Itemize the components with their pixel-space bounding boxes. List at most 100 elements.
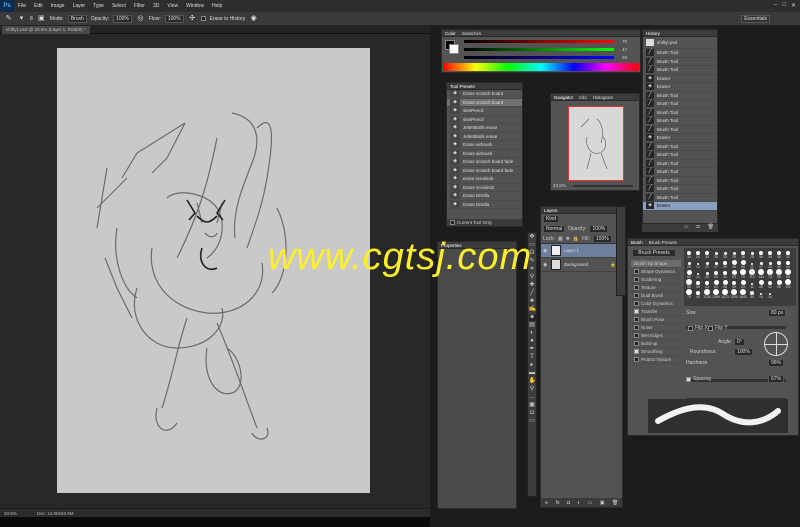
brush-tip-cell[interactable]: 39 xyxy=(730,279,738,289)
tool-preset-item[interactable]: ◈ sketPencil xyxy=(447,115,522,124)
history-item[interactable]: ╱ Brush Tool xyxy=(643,91,717,100)
hand-tool-icon[interactable]: ✋ xyxy=(529,378,536,385)
tab-layers[interactable]: Layers xyxy=(544,208,558,213)
workspace-select[interactable]: Essentials xyxy=(741,15,770,23)
maximize-button[interactable]: □ xyxy=(782,2,786,9)
background-color-swatch[interactable] xyxy=(449,44,459,54)
healing-tool-icon[interactable]: ✚ xyxy=(529,282,536,289)
hardness-input[interactable]: 96% xyxy=(768,359,785,367)
mode-select[interactable]: Brush xyxy=(67,14,87,23)
red-value[interactable]: 70 xyxy=(622,39,627,44)
history-item[interactable]: ╱ Brush Tool xyxy=(643,193,717,202)
brush-tip-cell[interactable]: 32 xyxy=(766,279,774,289)
brush-option-checkbox[interactable] xyxy=(634,285,639,290)
menu-image[interactable]: Image xyxy=(47,3,69,9)
minimize-button[interactable]: – xyxy=(774,2,777,9)
flow-input[interactable]: 100% xyxy=(164,14,184,23)
roundness-input[interactable]: 100% xyxy=(734,348,753,356)
trash-icon[interactable]: 🗑 xyxy=(708,224,714,232)
brush-option-checkbox[interactable] xyxy=(634,317,639,322)
brush-option-checkbox[interactable] xyxy=(634,357,639,362)
history-item[interactable]: ╱ Brush Tool xyxy=(643,57,717,66)
brush-tip-cell[interactable]: 1106 xyxy=(703,289,711,299)
clone-stamp-tool-icon[interactable]: ♣ xyxy=(529,298,536,305)
erase-to-history-checkbox[interactable] xyxy=(200,16,206,21)
brush-tip-cell[interactable]: 33 xyxy=(703,279,711,289)
brush-option-row[interactable]: Smoothing xyxy=(631,348,681,356)
brush-tip-cell[interactable]: 45 xyxy=(694,289,702,299)
blur-tool-icon[interactable]: ◐ xyxy=(529,330,536,337)
menu-filter[interactable]: Filter xyxy=(130,3,149,9)
tab-histogram[interactable]: Histogram xyxy=(593,95,614,100)
color-spectrum-bar[interactable] xyxy=(443,63,639,71)
brush-option-row[interactable]: Color Dynamics xyxy=(631,300,681,308)
brush-tip-cell[interactable]: 55 xyxy=(775,279,783,289)
tool-preset-item[interactable]: ◈ sketPencil xyxy=(447,107,522,116)
layer-mask-icon[interactable]: ◘ xyxy=(567,500,570,506)
color-swatch-tool-icon[interactable]: ▣ xyxy=(529,402,536,409)
zoom-tool-icon[interactable]: ⚲ xyxy=(529,386,536,393)
brush-option-checkbox[interactable] xyxy=(634,301,639,306)
menu-help[interactable]: Help xyxy=(208,3,226,9)
layer-opacity-input[interactable]: 100% xyxy=(589,225,609,233)
new-layer-icon[interactable]: ▣ xyxy=(600,500,605,506)
history-item[interactable]: ╱ Brush Tool xyxy=(643,151,717,160)
green-slider[interactable] xyxy=(464,48,614,51)
tab-navigator[interactable]: Navigator xyxy=(554,95,573,100)
history-item[interactable]: ╱ Brush Tool xyxy=(643,100,717,109)
brush-preset-picker[interactable]: ▾ xyxy=(17,14,26,23)
tool-preset-item[interactable]: ◈ Erase Distilla xyxy=(447,200,522,209)
history-item[interactable]: ╱ Brush Tool xyxy=(643,176,717,185)
brush-tip-cell[interactable]: 1290 xyxy=(730,289,738,299)
brush-option-row[interactable]: Dual Brush xyxy=(631,292,681,300)
screen-mode-tool-icon[interactable]: ▭ xyxy=(529,418,536,425)
brush-tip-cell[interactable]: 34 xyxy=(748,289,756,299)
tool-preset-item[interactable]: ◈ Erase scratch board fade xyxy=(447,158,522,167)
menu-type[interactable]: Type xyxy=(89,3,108,9)
brush-tip-cell[interactable]: 63 xyxy=(712,279,720,289)
tool-preset-item[interactable]: ◈ erase scruiiirub xyxy=(447,175,522,184)
menu-edit[interactable]: Edit xyxy=(30,3,47,9)
history-item[interactable]: ╱ Brush Tool xyxy=(643,185,717,194)
brush-option-checkbox[interactable] xyxy=(634,349,639,354)
red-slider[interactable] xyxy=(464,40,614,43)
brush-tool-icon[interactable]: ╱ xyxy=(529,290,536,297)
brush-tip-cell[interactable]: 36 xyxy=(694,279,702,289)
history-item[interactable]: ◈ Eraser xyxy=(643,83,717,92)
brush-tip-cell[interactable]: 1473 xyxy=(721,289,729,299)
brush-option-row[interactable]: Noise xyxy=(631,324,681,332)
brush-tip-cell[interactable]: 14 xyxy=(766,289,774,299)
tool-preset-item[interactable]: ◈ JeltettBalls erase xyxy=(447,132,522,141)
more-tool-icon[interactable]: … xyxy=(529,394,536,401)
history-item[interactable]: ╱ Brush Tool xyxy=(643,66,717,75)
history-item[interactable]: ╱ Brush Tool xyxy=(643,142,717,151)
pressure-opacity-icon[interactable]: ◎ xyxy=(136,14,145,23)
eraser-tool-icon[interactable]: ✎ xyxy=(4,14,13,23)
navigator-zoom-slider[interactable] xyxy=(573,185,633,187)
tool-preset-item[interactable]: ◈ Erase Distilla xyxy=(447,192,522,201)
airbrush-icon[interactable]: ✣ xyxy=(188,14,197,23)
tab-info[interactable]: Info xyxy=(579,95,587,100)
close-button[interactable]: ✕ xyxy=(791,2,796,9)
history-item[interactable]: ╱ Brush Tool xyxy=(643,108,717,117)
flip-y-checkbox[interactable] xyxy=(708,325,713,331)
brush-option-row[interactable]: Protect Texture xyxy=(631,356,681,364)
document-tab[interactable]: shifty1.psd @ 33.8% (Layer 1, RGB/8) * xyxy=(2,26,90,34)
eraser-tool-icon[interactable]: ◈ xyxy=(528,314,536,321)
tool-preset-item[interactable]: ◈ Erase airbrush xyxy=(447,149,522,158)
navigator-thumbnail[interactable] xyxy=(568,106,624,181)
brush-tip-cell[interactable]: 100 xyxy=(784,279,792,289)
new-document-icon[interactable]: ▭ xyxy=(684,224,689,232)
tab-history[interactable]: History xyxy=(646,31,660,36)
brush-tip-cell[interactable]: 1640 xyxy=(739,289,747,299)
history-item[interactable]: ◈ Eraser xyxy=(643,202,717,211)
brush-option-checkbox[interactable] xyxy=(634,341,639,346)
dodge-tool-icon[interactable]: ● xyxy=(529,338,536,345)
adjustment-layer-icon[interactable]: ◐ xyxy=(577,500,580,506)
menu-view[interactable]: View xyxy=(163,3,182,9)
tool-preset-item[interactable]: ◈ Erase scratch board fade xyxy=(447,166,522,175)
tool-preset-item[interactable]: ◈ Erase scruiiirub xyxy=(447,183,522,192)
menu-layer[interactable]: Layer xyxy=(69,3,90,9)
menu-3d[interactable]: 3D xyxy=(149,3,163,9)
brush-option-checkbox[interactable] xyxy=(634,293,639,298)
